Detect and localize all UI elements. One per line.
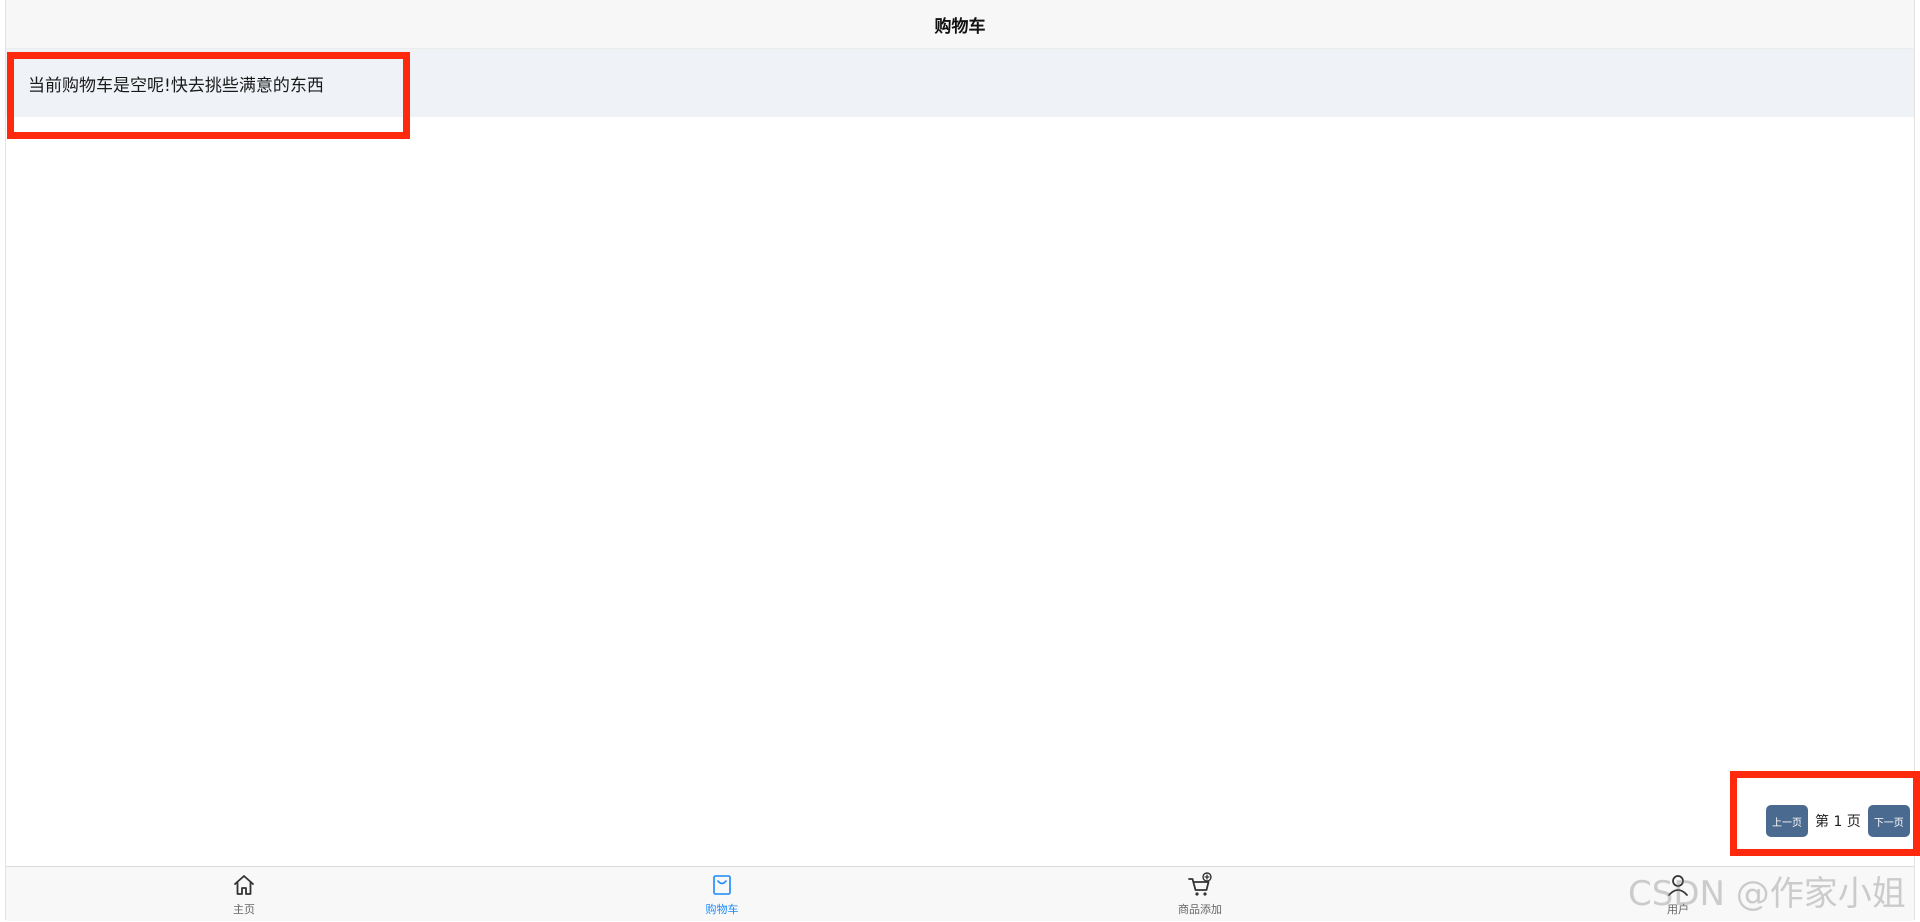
empty-cart-message: 当前购物车是空呢!快去挑些满意的东西 [28,76,324,96]
tab-cart-label: 购物车 [705,903,739,916]
pagination: 上一页 第 1 页 下一页 [1766,805,1910,837]
bottom-tab-bar: 主页 购物车 商品添加 用户 [6,866,1914,921]
page-indicator: 第 1 页 [1815,814,1861,830]
tab-home-label: 主页 [233,903,255,916]
prev-page-button[interactable]: 上一页 [1766,805,1808,837]
nav-bar: 购物车 [6,0,1914,49]
cart-add-icon [1188,872,1212,896]
home-icon [234,875,254,895]
shopping-bag-icon [713,875,731,895]
empty-cart-notice: 当前购物车是空呢!快去挑些满意的东西 [6,49,1914,117]
tab-add-product[interactable]: 商品添加 [1140,871,1260,919]
tab-user[interactable]: 用户 [1618,871,1738,919]
tab-home[interactable]: 主页 [184,871,304,919]
tab-cart[interactable]: 购物车 [662,871,782,919]
app-frame: 购物车 当前购物车是空呢!快去挑些满意的东西 上一页 第 1 页 下一页 主页 … [5,0,1915,921]
page-title: 购物车 [934,16,986,37]
user-icon [1668,875,1688,896]
tab-user-label: 用户 [1667,903,1689,916]
tab-add-product-label: 商品添加 [1178,903,1222,916]
next-page-button[interactable]: 下一页 [1867,805,1910,837]
